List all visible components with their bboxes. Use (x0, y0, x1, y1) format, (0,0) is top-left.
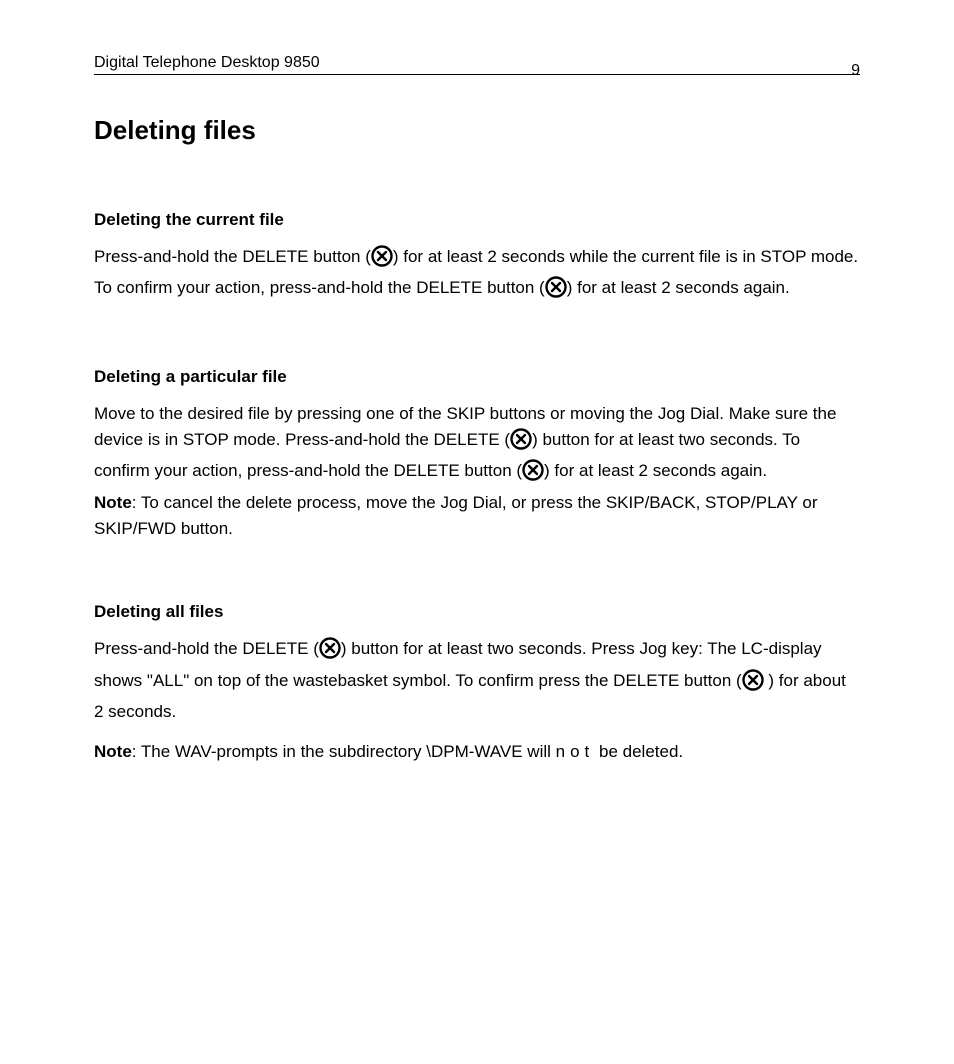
note-emphasis: not (556, 742, 595, 761)
body-text: Press-and-hold the DELETE button ( (94, 247, 371, 266)
header-title: Digital Telephone Desktop 9850 (94, 54, 320, 72)
main-heading: Deleting files (94, 115, 860, 146)
page-number: 9 (851, 62, 860, 80)
note-label: Note (94, 742, 132, 761)
delete-icon (319, 637, 341, 667)
section-heading: Deleting the current file (94, 210, 860, 230)
section-body: Press-and-hold the DELETE () button for … (94, 636, 860, 725)
body-text: ) for at least 2 seconds again. (544, 461, 767, 480)
delete-icon (371, 245, 393, 275)
section-body: Press-and-hold the DELETE button ( ) for … (94, 244, 860, 307)
delete-icon (742, 669, 764, 699)
note-text: : The WAV-prompts in the subdirectory \D… (132, 742, 556, 761)
section-note: Note: The WAV-prompts in the subdirector… (94, 739, 860, 765)
page-header: Digital Telephone Desktop 9850 9 (94, 54, 860, 75)
note-label: Note (94, 493, 132, 512)
document-page: Digital Telephone Desktop 9850 9 Deletin… (0, 0, 954, 1064)
section-heading: Deleting a particular file (94, 367, 860, 387)
section-heading: Deleting all files (94, 602, 860, 622)
delete-icon (522, 459, 544, 489)
delete-icon (545, 276, 567, 306)
body-text: Press-and-hold the DELETE ( (94, 639, 319, 658)
note-text: : To cancel the delete process, move the… (94, 493, 817, 538)
body-text: ) for at least 2 seconds again. (567, 278, 790, 297)
note-text: be deleted. (594, 742, 683, 761)
section-body: Move to the desired file by pressing one… (94, 401, 860, 543)
delete-icon (510, 428, 532, 458)
